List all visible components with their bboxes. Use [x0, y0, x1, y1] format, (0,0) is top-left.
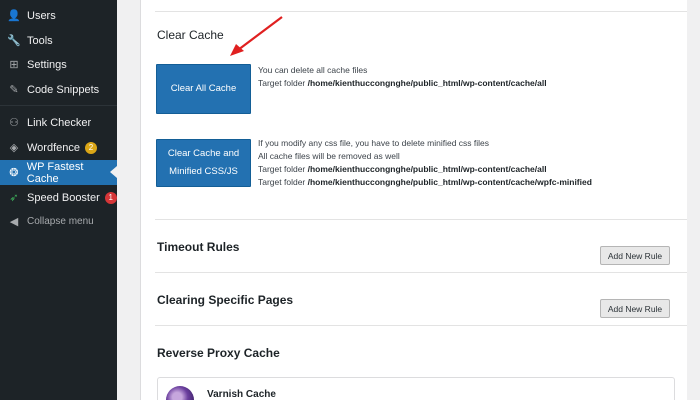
- red-arrow-annotation: [230, 16, 283, 56]
- arrow-shaft: [237, 16, 283, 51]
